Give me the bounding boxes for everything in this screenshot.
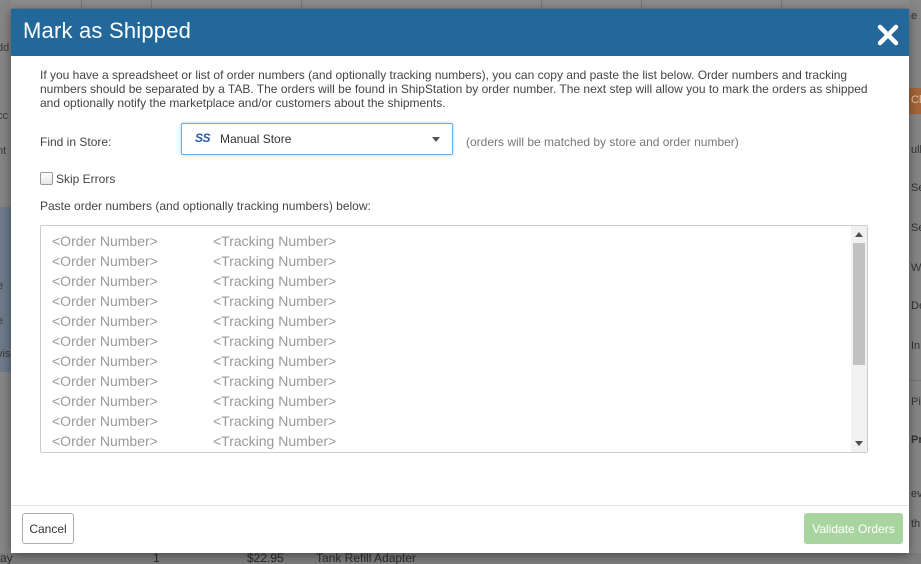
bg-fragment: e [0, 315, 4, 327]
paste-orders-label: Paste order numbers (and optionally trac… [40, 199, 371, 213]
placeholder-rows: <Order Number> <Tracking Number> <Order Nu… [52, 233, 352, 452]
bg-fragment: th [911, 518, 921, 530]
validate-orders-button[interactable]: Validate Orders [804, 513, 903, 544]
background-right-column: e Cl ull Se Se W De In Pi Pr ev th [909, 0, 921, 564]
order-number-placeholder: <Order Number> [52, 353, 158, 369]
bg-price: $22.95 [247, 553, 284, 564]
bg-fragment: In [911, 340, 921, 352]
paste-orders-textarea[interactable]: <Order Number> <Tracking Number> <Order Nu… [40, 225, 868, 453]
bg-fragment: ev [911, 488, 921, 500]
bg-qty: 1 [153, 553, 160, 564]
tracking-number-placeholder: <Tracking Number> [213, 233, 337, 249]
order-number-placeholder: <Order Number> [52, 393, 158, 409]
skip-errors-checkbox[interactable] [40, 172, 53, 185]
placeholder-row: <Order Number> <Tracking Number> [52, 433, 352, 452]
dialog-header: Mark as Shipped [11, 9, 909, 56]
dialog-footer: Cancel Validate Orders [11, 505, 909, 553]
tracking-number-placeholder: <Tracking Number> [213, 273, 337, 289]
placeholder-row: <Order Number> <Tracking Number> [52, 233, 352, 253]
order-number-placeholder: <Order Number> [52, 293, 158, 309]
order-number-placeholder: <Order Number> [52, 233, 158, 249]
scroll-down-icon[interactable] [855, 441, 863, 446]
bg-fragment: nt [0, 145, 7, 157]
tracking-number-placeholder: <Tracking Number> [213, 293, 337, 309]
bg-fragment: W [911, 262, 921, 274]
bg-fragment: ray [0, 553, 13, 564]
find-in-store-label: Find in Store: [40, 135, 112, 149]
tracking-number-placeholder: <Tracking Number> [213, 373, 337, 389]
background-top-strip [11, 0, 909, 8]
order-number-placeholder: <Order Number> [52, 313, 158, 329]
bg-fragment: Se [911, 182, 921, 194]
bg-fragment: e [0, 280, 4, 292]
placeholder-row: <Order Number> <Tracking Number> [52, 333, 352, 353]
bg-fragment: e [911, 10, 918, 22]
store-select[interactable]: SS Manual Store [181, 123, 453, 155]
scrollbar-thumb[interactable] [853, 243, 865, 365]
skip-errors-label[interactable]: Skip Errors [56, 172, 115, 186]
bg-fragment: dd [0, 42, 10, 54]
placeholder-row: <Order Number> <Tracking Number> [52, 393, 352, 413]
tracking-number-placeholder: <Tracking Number> [213, 433, 337, 449]
bg-fragment: Pr [911, 434, 921, 446]
shipstation-store-icon: SS [195, 131, 211, 145]
scroll-up-icon[interactable] [855, 232, 863, 237]
tracking-number-placeholder: <Tracking Number> [213, 313, 337, 329]
bg-item-name: Tank Refill Adapter [316, 553, 417, 564]
placeholder-row: <Order Number> <Tracking Number> [52, 353, 352, 373]
store-select-value: Manual Store [220, 132, 292, 146]
tracking-number-placeholder: <Tracking Number> [213, 333, 337, 349]
placeholder-row: <Order Number> <Tracking Number> [52, 313, 352, 333]
placeholder-row: <Order Number> <Tracking Number> [52, 293, 352, 313]
textarea-scrollbar[interactable] [851, 226, 867, 452]
bg-fragment: Pi [911, 396, 921, 408]
bg-fragment: Cl [911, 94, 921, 106]
order-number-placeholder: <Order Number> [52, 253, 158, 269]
cancel-button[interactable]: Cancel [22, 513, 74, 544]
order-number-placeholder: <Order Number> [52, 333, 158, 349]
store-match-hint: (orders will be matched by store and ord… [466, 135, 739, 149]
tracking-number-placeholder: <Tracking Number> [213, 353, 337, 369]
bg-fragment: vis [0, 348, 11, 360]
order-number-placeholder: <Order Number> [52, 413, 158, 429]
tracking-number-placeholder: <Tracking Number> [213, 253, 337, 269]
bg-fragment: Se [911, 222, 921, 234]
dialog-title: Mark as Shipped [23, 18, 192, 43]
placeholder-row: <Order Number> <Tracking Number> [52, 273, 352, 293]
bg-fragment: De [911, 300, 921, 312]
tracking-number-placeholder: <Tracking Number> [213, 413, 337, 429]
mark-as-shipped-dialog: Mark as Shipped If you have a spreadshee… [11, 9, 909, 553]
placeholder-row: <Order Number> <Tracking Number> [52, 253, 352, 273]
dialog-body: If you have a spreadsheet or list of ord… [11, 56, 909, 506]
close-icon[interactable] [875, 22, 901, 48]
order-number-placeholder: <Order Number> [52, 273, 158, 289]
tracking-number-placeholder: <Tracking Number> [213, 393, 337, 409]
instructions-text: If you have a spreadsheet or list of ord… [40, 68, 868, 110]
bg-fragment: cc [0, 110, 8, 122]
bg-fragment: ull [911, 144, 921, 156]
order-number-placeholder: <Order Number> [52, 373, 158, 389]
chevron-down-icon [432, 137, 440, 142]
placeholder-row: <Order Number> <Tracking Number> [52, 413, 352, 433]
order-number-placeholder: <Order Number> [52, 433, 158, 449]
background-bottom-row: ray 1 $22.95 Tank Refill Adapter [0, 553, 921, 564]
background-left-column: dd cc nt e e vis t [0, 0, 11, 564]
placeholder-row: <Order Number> <Tracking Number> [52, 373, 352, 393]
